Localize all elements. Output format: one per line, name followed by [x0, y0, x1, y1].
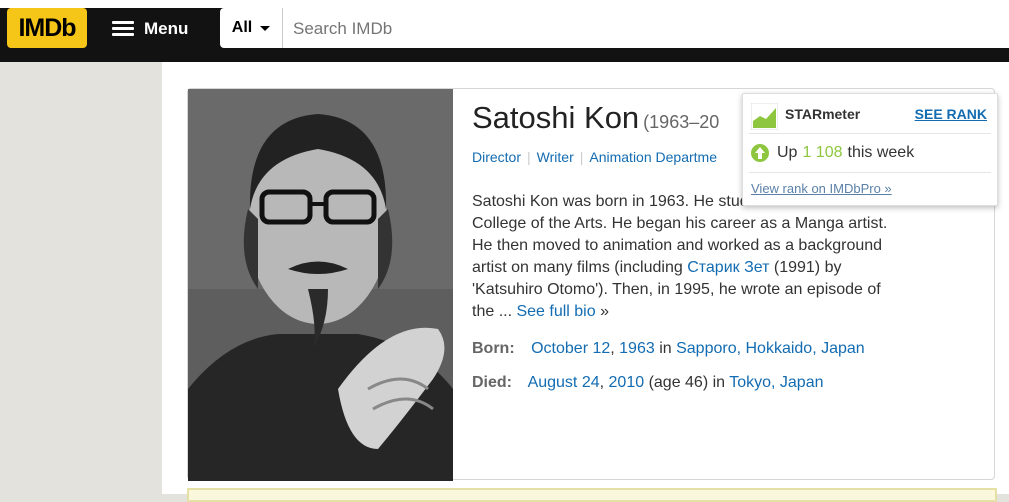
search-input[interactable]	[283, 8, 1009, 50]
biography-text: Satoshi Kon was born in 1963. He studied…	[472, 191, 962, 323]
starmeter-chart-icon	[751, 103, 778, 130]
born-label: Born:	[472, 340, 515, 357]
job-separator: |	[579, 149, 584, 165]
bio-line: 'Katsuhiro Otomo'). Then, in 1995, he wr…	[472, 281, 881, 298]
starmeter-change: Up 1 108 this week	[751, 144, 914, 162]
born-year-link[interactable]: 1963	[619, 340, 655, 357]
bio-line: He then moved to animation and worked as…	[472, 237, 883, 254]
search-bar: All	[220, 8, 1009, 50]
up-suffix: this week	[847, 144, 915, 161]
bio-more-arrow: »	[595, 303, 609, 320]
job-categories: Director | Writer | Animation Departme	[472, 149, 717, 165]
arrow-up-icon	[751, 144, 769, 162]
up-label: Up	[777, 144, 798, 161]
bio-line: the ... See full bio »	[472, 301, 962, 323]
menu-button[interactable]: Menu	[112, 14, 188, 44]
born-place-link[interactable]: Sapporo, Hokkaido, Japan	[676, 340, 865, 357]
caret-down-icon	[260, 25, 271, 31]
divider	[749, 133, 991, 134]
died-label: Died:	[472, 374, 512, 391]
bio-text: artist on many films (including	[472, 259, 688, 276]
born-in-text: in	[659, 340, 672, 357]
notice-banner	[187, 488, 997, 502]
born-date-link[interactable]: October 12	[531, 340, 610, 357]
starmeter-widget: STARmeter SEE RANK Up 1 108 this week Vi…	[742, 93, 998, 206]
died-year-link[interactable]: 2010	[609, 374, 645, 391]
film-link[interactable]: Старик Зет	[687, 259, 769, 276]
bio-text: the ...	[472, 303, 517, 320]
see-rank-link[interactable]: SEE RANK	[915, 106, 987, 122]
imdb-logo[interactable]: IMDb	[7, 8, 87, 48]
born-row: Born: October 12, 1963 in Sapporo, Hokka…	[472, 340, 865, 357]
menu-label: Menu	[144, 19, 189, 38]
job-writer-link[interactable]: Writer	[537, 149, 574, 165]
portrait-image	[188, 89, 453, 481]
person-years: (1963–20	[643, 112, 720, 132]
died-age-text: (age 46) in	[648, 374, 726, 391]
divider	[749, 172, 991, 173]
job-separator: |	[527, 149, 531, 165]
bio-text: (1991) by	[769, 259, 842, 276]
bio-line: artist on many films (including Старик З…	[472, 257, 962, 279]
top-browser-strip	[0, 0, 1009, 8]
person-photo[interactable]	[188, 89, 453, 481]
bio-line: College of the Arts. He began his career…	[472, 215, 888, 232]
person-name: Satoshi Kon	[472, 100, 640, 135]
search-category-label: All	[231, 19, 253, 36]
see-full-bio-link[interactable]: See full bio	[516, 303, 595, 320]
up-value: 1 108	[802, 144, 843, 161]
search-category-dropdown[interactable]: All	[220, 8, 283, 48]
died-row: Died: August 24, 2010 (age 46) in Tokyo,…	[472, 374, 824, 391]
hamburger-icon	[112, 21, 134, 37]
job-director-link[interactable]: Director	[472, 149, 521, 165]
starmeter-title: STARmeter	[785, 106, 861, 122]
person-name-heading: Satoshi Kon (1963–20	[472, 100, 719, 136]
job-animation-link[interactable]: Animation Departme	[589, 149, 717, 165]
imdbpro-rank-link[interactable]: View rank on IMDbPro »	[751, 181, 892, 196]
died-place-link[interactable]: Tokyo, Japan	[729, 374, 823, 391]
died-date-link[interactable]: August 24	[528, 374, 600, 391]
